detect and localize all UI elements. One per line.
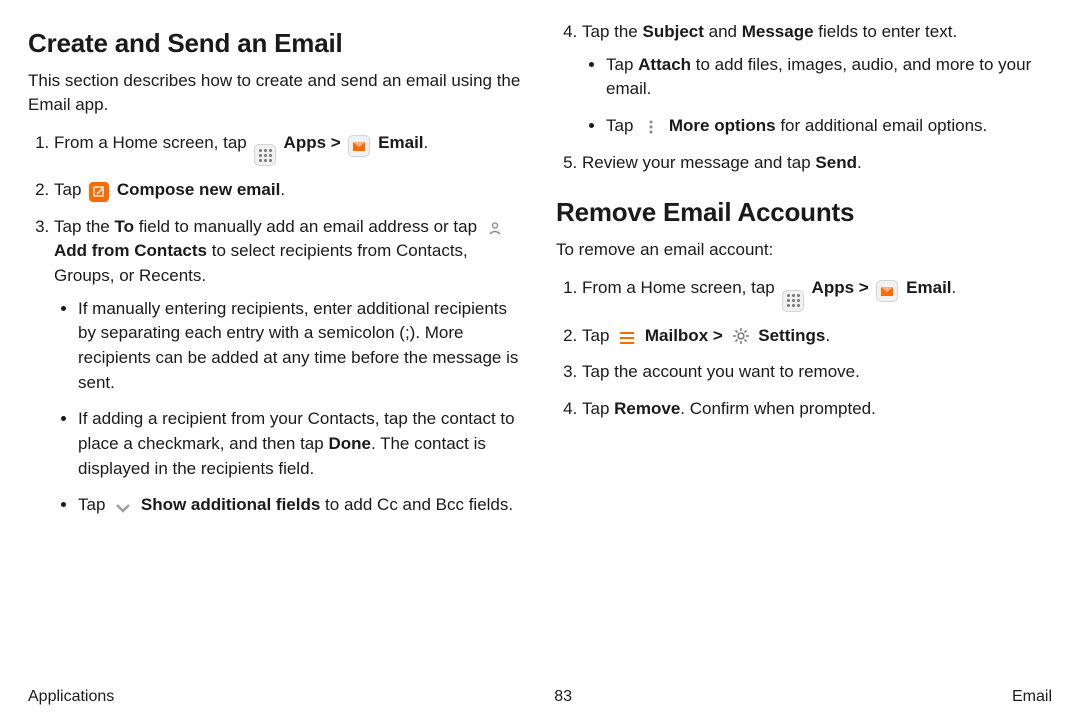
step-text: Tap [606,116,638,135]
page-number: 83 [554,688,572,706]
step-text: More options [664,116,775,135]
step-text: Email [373,133,423,152]
step-text: Subject [643,22,704,41]
step-text: Tap the account you want to remove. [582,362,860,381]
step-text: Send [815,153,857,172]
step-text: Tap [582,399,614,418]
contact-icon [485,218,505,238]
list-item: From a Home screen, tap Apps > Email. [54,131,524,167]
step-text: From a Home screen, tap [54,133,251,152]
step-text: > [854,278,873,297]
compose-icon [89,182,109,202]
step-text: > [326,133,345,152]
list-item: From a Home screen, tap Apps > Email. [582,276,1052,312]
step-text: . Confirm when prompted. [680,399,876,418]
more-options-icon [641,117,661,137]
step-text: Tap [54,180,86,199]
section-heading-create: Create and Send an Email [28,28,524,59]
list-item: Tap the Subject and Message fields to en… [582,20,1052,139]
step-text: Mailbox [640,326,708,345]
step-text: Review your message and tap [582,153,815,172]
step-text: Tap [582,326,614,345]
step-text: > [708,326,727,345]
chevron-down-icon [113,498,133,518]
intro-text: To remove an email account: [556,238,1052,262]
step-text: . [825,326,830,345]
step-text: fields to enter text. [814,22,958,41]
step-text: . [857,153,862,172]
footer-left: Applications [28,688,114,706]
step-text: Message [742,22,814,41]
hamburger-icon [617,328,637,348]
step-text: Add from Contacts [54,241,207,260]
apps-icon [782,290,804,312]
email-icon [348,135,370,157]
step-text: Tap [78,495,110,514]
step-text: Attach [638,55,691,74]
list-item: If adding a recipient from your Contacts… [78,407,524,481]
step-text: From a Home screen, tap [582,278,779,297]
gear-icon [731,326,751,346]
step-text: Apps [807,278,854,297]
list-item: Tap Compose new email. [54,178,524,203]
step-text: . [424,133,429,152]
list-item: If manually entering recipients, enter a… [78,297,524,396]
email-icon [876,280,898,302]
step-text: Tap the [54,217,115,236]
step-text: Apps [279,133,326,152]
step-text: and [704,22,742,41]
step-text: Remove [614,399,680,418]
apps-icon [254,144,276,166]
step-text: To [115,217,135,236]
step-text: Show additional fields [136,495,320,514]
step-text: Tap the [582,22,643,41]
section-heading-remove: Remove Email Accounts [556,197,1052,228]
step-text: field to manually add an email address o… [134,217,482,236]
step-text: Settings [754,326,826,345]
step-text: If manually entering recipients, enter a… [78,299,518,392]
step-text: Compose new email [112,180,280,199]
intro-text: This section describes how to create and… [28,69,524,117]
step-text: . [952,278,957,297]
list-item: Tap Remove. Confirm when prompted. [582,397,1052,422]
step-text: for additional email options. [776,116,988,135]
step-text: Done [328,434,371,453]
list-item: Tap the account you want to remove. [582,360,1052,385]
step-text: to add Cc and Bcc fields. [320,495,513,514]
list-item: Tap More options for additional email op… [606,114,1052,139]
list-item: Tap Attach to add files, images, audio, … [606,53,1052,102]
step-text: Tap [606,55,638,74]
step-text: . [280,180,285,199]
list-item: Review your message and tap Send. [582,151,1052,176]
list-item: Tap Mailbox > Settings. [582,324,1052,349]
step-text: Email [901,278,951,297]
list-item: Tap the To field to manually add an emai… [54,215,524,518]
footer-right: Email [1012,688,1052,706]
list-item: Tap Show additional fields to add Cc and… [78,493,524,518]
